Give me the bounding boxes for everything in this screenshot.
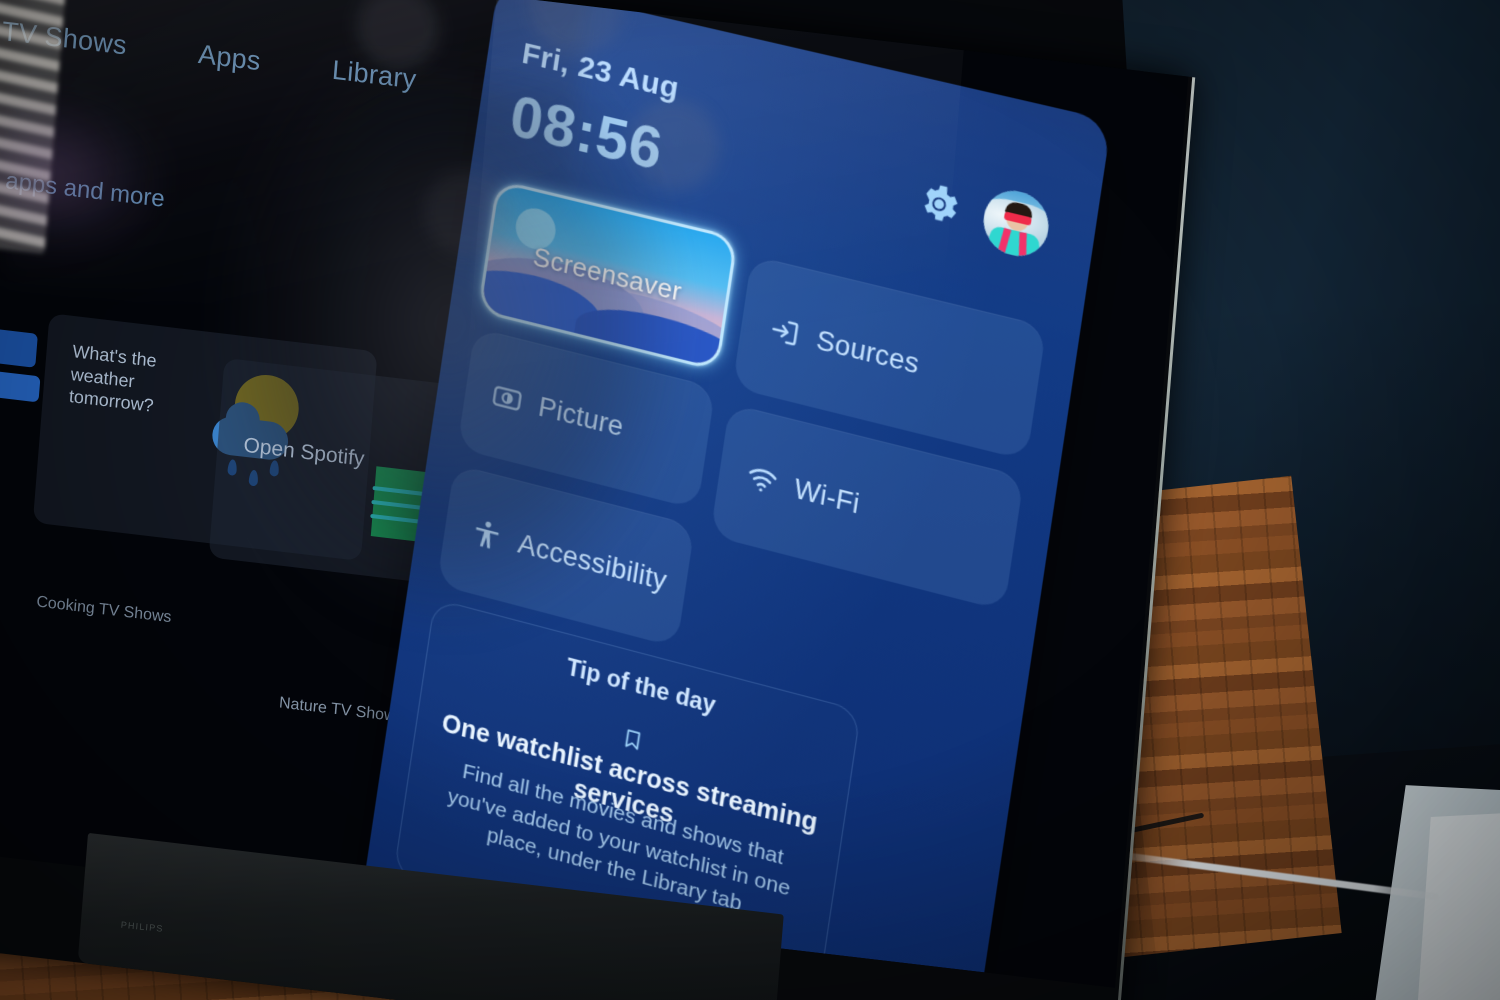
home-fragment-cooking-tv-shows: Cooking TV Shows — [35, 593, 173, 627]
quick-tiles-grid: Screensaver Picture Accessibility Source… — [436, 179, 1048, 648]
home-fragment-nature-tv-shows: Nature TV Shows — [278, 694, 405, 726]
home-card-decor-1 — [0, 324, 38, 368]
nav-item-library[interactable]: Library — [331, 55, 418, 96]
gear-icon[interactable] — [913, 177, 965, 232]
tv-screen: TV Shows Apps Library Philips s, apps an… — [0, 0, 1189, 988]
brightness-icon — [489, 379, 525, 419]
input-arrow-icon — [766, 312, 803, 352]
bookmark-icon — [620, 724, 646, 756]
home-card-weather-label: What's the weather tomorrow? — [68, 341, 158, 416]
tile-accessibility-label: Accessibility — [516, 527, 669, 596]
white-object-face — [1416, 807, 1500, 1000]
nav-item-tv-shows[interactable]: TV Shows — [1, 16, 128, 62]
screenshot-scene: TV Shows Apps Library Philips s, apps an… — [0, 0, 1500, 1000]
home-card-spotify-label: Open Spotify — [242, 433, 366, 471]
avatar[interactable] — [979, 184, 1053, 263]
home-card-decor-2 — [0, 365, 41, 403]
tile-sources-label: Sources — [814, 323, 922, 380]
accessibility-icon — [469, 515, 505, 555]
wifi-icon — [744, 460, 781, 500]
tile-picture-label: Picture — [536, 390, 626, 442]
home-subtitle: s, apps and more — [0, 164, 166, 213]
television: TV Shows Apps Library Philips s, apps an… — [0, 0, 1196, 1000]
avatar-strap — [1018, 232, 1027, 260]
nav-item-apps[interactable]: Apps — [197, 39, 262, 77]
tile-wifi-label: Wi-Fi — [792, 472, 862, 520]
